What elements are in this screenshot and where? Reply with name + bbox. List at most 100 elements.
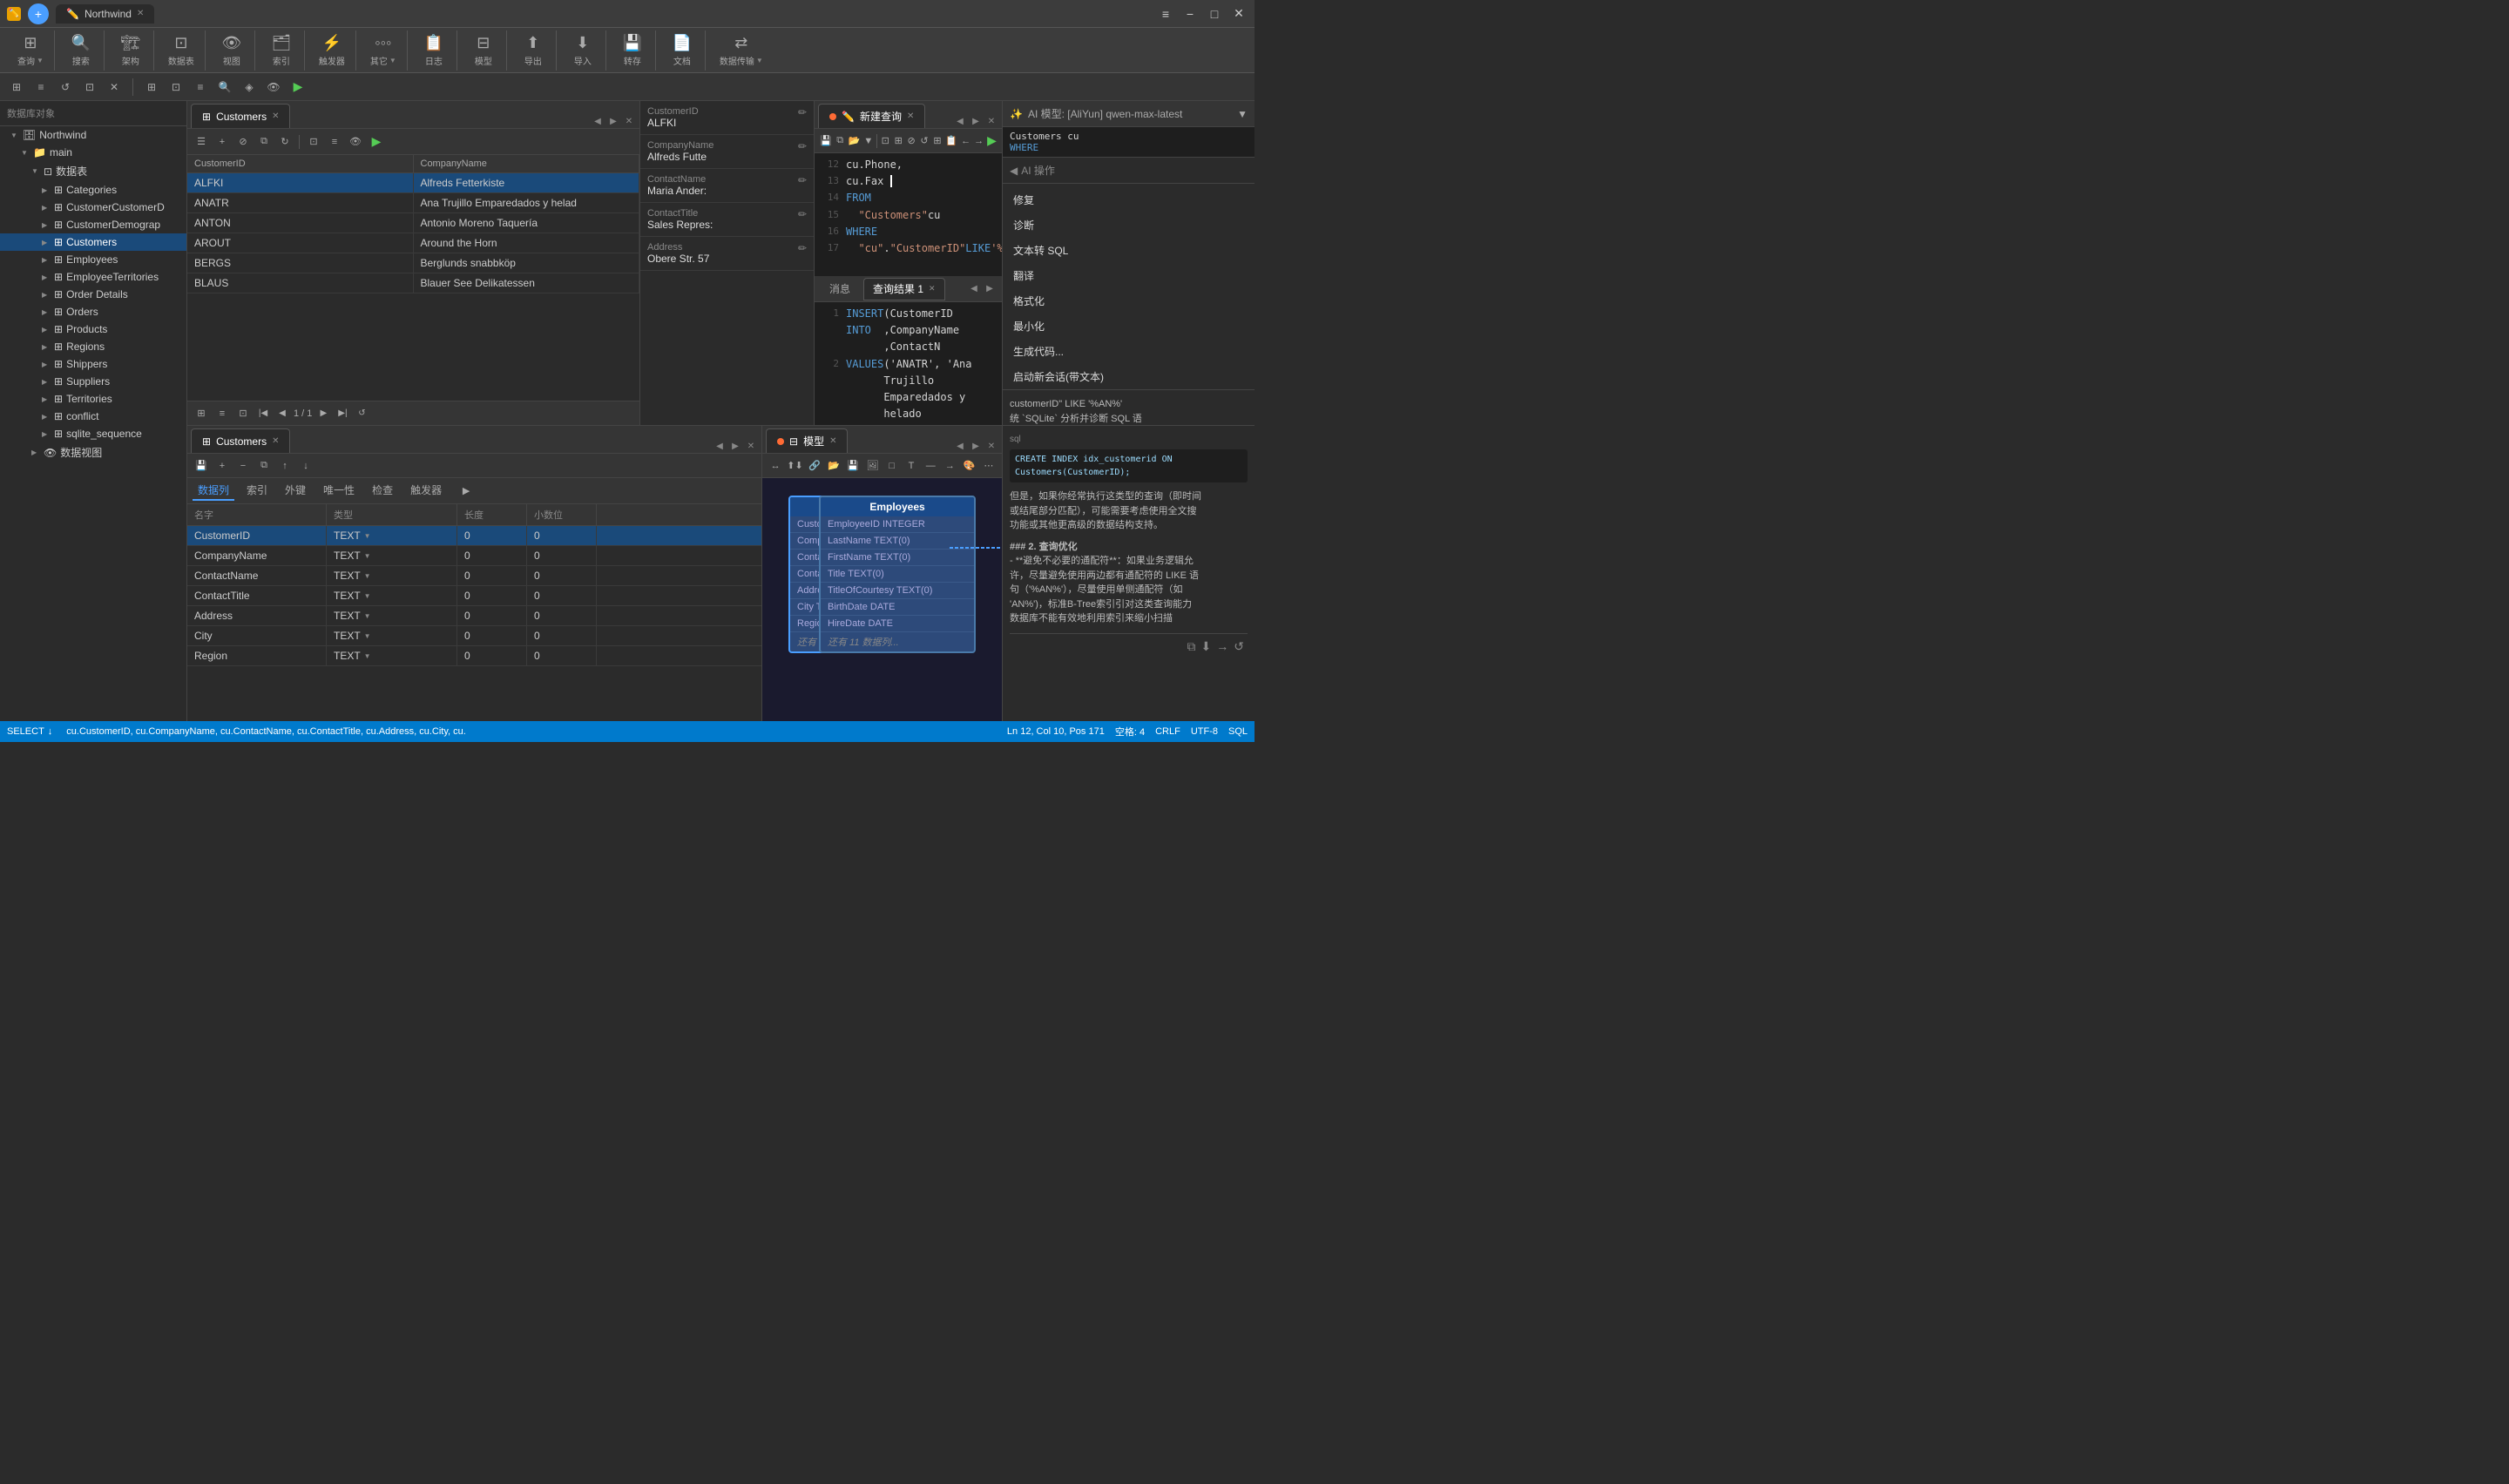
query-tab-next[interactable]: ▶	[969, 114, 983, 128]
model-canvas[interactable]: Customers CustomerID TEXT(0) CompanyName…	[762, 478, 1002, 721]
tbl-edit-btn[interactable]: +	[213, 133, 231, 151]
ai-menu-text-sql[interactable]: 文本转 SQL	[1003, 238, 1254, 263]
struct-tab-prev[interactable]: ◀	[713, 439, 727, 453]
sec-icon5[interactable]: ◈	[240, 78, 259, 97]
struct-tab-close[interactable]: ✕	[272, 436, 279, 446]
sidebar-item-customerdemog[interactable]: ▶ ⊞ CustomerDemograp	[0, 216, 186, 233]
nav-refresh[interactable]: ↺	[354, 406, 369, 422]
customers-tab[interactable]: ⊞ Customers ✕	[191, 104, 290, 128]
title-tab-northwind[interactable]: ✏️ Northwind ✕	[56, 4, 154, 24]
ai-menu-translate[interactable]: 翻译	[1003, 263, 1254, 288]
toolbar-transfer-btn[interactable]: ⇄ 数据传输 ▼	[713, 30, 770, 71]
sidebar-item-customers[interactable]: ▶ ⊞ Customers	[0, 233, 186, 251]
type-dropdown-icon[interactable]: ▼	[364, 632, 371, 640]
struct-tabs-more[interactable]: ▶	[457, 482, 475, 500]
sec-grid-btn[interactable]: ⊞	[7, 78, 26, 97]
ai-back-btn[interactable]: ◀ AI 操作	[1003, 158, 1254, 184]
struct-tab-triggers[interactable]: 触发器	[405, 481, 447, 501]
struct-copy-btn[interactable]: ⧉	[255, 457, 273, 475]
type-dropdown-icon[interactable]: ▼	[364, 572, 371, 580]
toolbar-save-btn[interactable]: 💾 转存	[613, 30, 652, 71]
model-tab-close[interactable]: ✕	[829, 436, 836, 446]
sql-arrow2-btn[interactable]: →	[974, 132, 984, 150]
type-dropdown-icon[interactable]: ▼	[364, 612, 371, 620]
tbl-view-btn[interactable]: 👁	[347, 133, 364, 151]
sql-stop-btn[interactable]: ⊘	[907, 132, 916, 150]
toolbar-export-btn[interactable]: ⬆ 导出	[514, 30, 552, 71]
type-dropdown-icon[interactable]: ▼	[364, 552, 371, 560]
table-row[interactable]: AROUT Around the Horn	[187, 233, 639, 253]
struct-tab-indexes[interactable]: 索引	[241, 481, 273, 501]
sec-icon1[interactable]: ⊞	[142, 78, 161, 97]
model-conn-btn[interactable]: 🔗	[807, 457, 822, 475]
toolbar-view-btn[interactable]: 👁 视图	[213, 30, 251, 71]
model-text-btn[interactable]: T	[903, 457, 919, 475]
tbl-add-btn[interactable]: ☰	[193, 133, 210, 151]
result-tab-close[interactable]: ✕	[929, 284, 936, 293]
sidebar-item-employees[interactable]: ▶ ⊞ Employees	[0, 251, 186, 268]
sidebar-item-order-details[interactable]: ▶ ⊞ Order Details	[0, 286, 186, 303]
sec-list-btn[interactable]: ≡	[31, 78, 51, 97]
struct-remove-btn[interactable]: −	[234, 457, 252, 475]
toolbar-data-btn[interactable]: ⊡ 数据表	[161, 30, 201, 71]
sql-refresh-btn[interactable]: ↺	[920, 132, 930, 150]
field-edit-icon[interactable]: ✏	[798, 242, 807, 254]
nav-last[interactable]: ▶|	[335, 406, 350, 422]
model-shapes-btn[interactable]: □	[884, 457, 900, 475]
type-dropdown-icon[interactable]: ▼	[364, 532, 371, 540]
sql-explain-btn[interactable]: ⊞	[894, 132, 903, 150]
nav-sort-btn[interactable]: ≡	[213, 405, 231, 422]
struct-save-btn[interactable]: 💾	[193, 457, 210, 475]
field-edit-icon[interactable]: ✏	[798, 140, 807, 152]
tab-next[interactable]: ▶	[606, 114, 620, 128]
tbl-sort-btn[interactable]: ≡	[326, 133, 343, 151]
sidebar-item-territories[interactable]: ▶ ⊞ Territories	[0, 390, 186, 408]
close-button[interactable]: ✕	[1230, 5, 1248, 23]
ai-bottom-send-btn[interactable]: →	[1216, 637, 1228, 656]
query-tab-close[interactable]: ✕	[907, 111, 914, 121]
table-row[interactable]: ANTON Antonio Moreno Taquería	[187, 213, 639, 233]
sec-icon3[interactable]: ≡	[191, 78, 210, 97]
ai-bottom-download-btn[interactable]: ⬇	[1201, 637, 1212, 656]
struct-tab-close-panel[interactable]: ✕	[744, 439, 758, 453]
model-save-btn[interactable]: 💾	[845, 457, 861, 475]
result-tab-messages[interactable]: 消息	[820, 278, 860, 300]
sql-save-btn[interactable]: 💾	[820, 132, 832, 150]
customers-tab-close[interactable]: ✕	[272, 111, 279, 121]
sidebar-item-sqlite-seq[interactable]: ▶ ⊞ sqlite_sequence	[0, 425, 186, 442]
sql-nav-btn[interactable]: ⊞	[932, 132, 942, 150]
tbl-delete-btn[interactable]: ⊘	[234, 133, 252, 151]
table-row[interactable]: ANATR Ana Trujillo Emparedados y helad	[187, 193, 639, 213]
struct-row[interactable]: CompanyName TEXT ▼ 0 0	[187, 546, 761, 566]
nav-prev[interactable]: ◀	[274, 406, 290, 422]
sidebar-item-tables-group[interactable]: ▼ ⊡ 数据表	[0, 161, 186, 181]
struct-tab-columns[interactable]: 数据列	[193, 481, 234, 501]
sidebar-item-categories[interactable]: ▶ ⊞ Categories	[0, 181, 186, 199]
result-tab-query1[interactable]: 查询结果 1 ✕	[863, 278, 945, 300]
struct-customers-tab[interactable]: ⊞ Customers ✕	[191, 428, 290, 453]
ai-dropdown-icon[interactable]: ▼	[1237, 108, 1248, 120]
sql-open-btn[interactable]: 📂	[849, 132, 861, 150]
field-edit-icon[interactable]: ✏	[798, 208, 807, 220]
sec-close-btn[interactable]: ✕	[105, 78, 124, 97]
col-header-companyname[interactable]: CompanyName	[414, 155, 640, 172]
model-open-btn[interactable]: 📂	[826, 457, 842, 475]
model-pan-btn[interactable]: ↔	[768, 457, 783, 475]
toolbar-index-btn[interactable]: 🗂 索引	[262, 30, 301, 71]
ai-menu-diagnose[interactable]: 诊断	[1003, 212, 1254, 238]
model-tab-prev[interactable]: ◀	[953, 439, 967, 453]
nav-grid-btn[interactable]: ⊞	[193, 405, 210, 422]
sec-icon2[interactable]: ⊡	[166, 78, 186, 97]
sidebar-item-customercustomer[interactable]: ▶ ⊞ CustomerCustomerD	[0, 199, 186, 216]
model-employees-table[interactable]: Employees EmployeeID INTEGER LastName TE…	[819, 496, 976, 653]
ai-menu-fix[interactable]: 修复	[1003, 187, 1254, 212]
col-header-customerid[interactable]: CustomerID	[187, 155, 414, 172]
nav-filter-btn[interactable]: ⊡	[234, 405, 252, 422]
tbl-paste-btn[interactable]: ↻	[276, 133, 294, 151]
table-row[interactable]: ALFKI Alfreds Fetterkiste	[187, 173, 639, 193]
new-query-tab[interactable]: ✏️ 新建查询 ✕	[818, 104, 925, 128]
ai-bottom-copy-btn[interactable]: ⧉	[1187, 637, 1196, 656]
sidebar-item-shippers[interactable]: ▶ ⊞ Shippers	[0, 355, 186, 373]
ai-menu-format[interactable]: 格式化	[1003, 288, 1254, 314]
new-tab-button[interactable]: +	[28, 3, 49, 24]
